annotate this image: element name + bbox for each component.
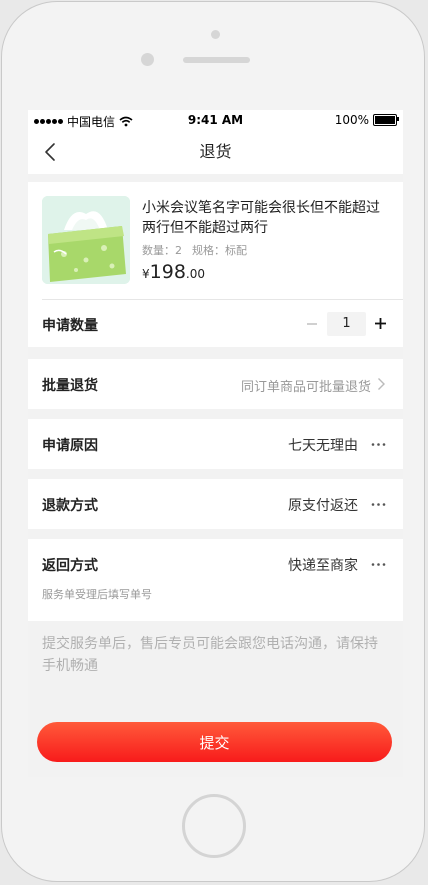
more-icon[interactable] — [371, 502, 386, 507]
nav-bar: 退货 — [28, 130, 403, 174]
refund-value: 原支付返还 — [288, 498, 358, 514]
decrease-button[interactable] — [306, 318, 318, 330]
home-button[interactable] — [182, 794, 246, 858]
battery-percent: 100% — [334, 113, 369, 127]
reason-row[interactable]: 申请原因 七天无理由 — [28, 419, 403, 469]
price-integer: 198 — [149, 261, 186, 283]
chevron-right-icon — [378, 378, 385, 390]
return-method-value: 快递至商家 — [288, 558, 358, 574]
tissue-box-icon — [42, 196, 130, 284]
return-method-label: 返回方式 — [42, 558, 98, 574]
return-method-note: 服务单受理后填写单号 — [42, 588, 152, 601]
screen: 中国电信 9:41 AM 100% 退货 小米会议笔名字可能会很长但不能超过两行… — [28, 110, 403, 777]
product-image[interactable] — [42, 196, 130, 284]
submit-button[interactable]: 提交 — [37, 722, 392, 762]
refund-row[interactable]: 退款方式 原支付返还 — [28, 479, 403, 529]
battery-icon — [373, 114, 399, 126]
batch-return-row[interactable]: 批量退货 同订单商品可批量退货 — [28, 359, 403, 409]
notice-text: 提交服务单后，售后专员可能会跟您电话沟通，请保持手机畅通 — [42, 636, 378, 674]
proximity-sensor — [141, 53, 154, 66]
reason-label: 申请原因 — [42, 438, 98, 454]
quantity-label: 申请数量 — [42, 318, 98, 334]
product-price: ¥198.00 — [142, 261, 205, 283]
more-icon[interactable] — [371, 562, 386, 567]
product-meta: 数量：2 规格：标配 — [142, 242, 247, 258]
batch-return-label: 批量退货 — [42, 378, 98, 394]
product-name: 小米会议笔名字可能会很长但不能超过两行但不能超过两行 — [142, 200, 380, 236]
batch-return-value: 同订单商品可批量退货 — [240, 380, 371, 395]
divider — [42, 299, 403, 300]
phone-frame: 中国电信 9:41 AM 100% 退货 小米会议笔名字可能会很长但不能超过两行… — [1, 1, 425, 882]
return-method-row[interactable]: 返回方式 快递至商家 服务单受理后填写单号 — [28, 539, 403, 621]
earpiece-speaker — [183, 57, 250, 63]
refund-label: 退款方式 — [42, 498, 98, 514]
page-title: 退货 — [199, 142, 232, 161]
status-bar: 中国电信 9:41 AM 100% — [28, 110, 403, 130]
status-right: 100% — [334, 113, 399, 127]
increase-button[interactable] — [374, 317, 387, 330]
product-card: 小米会议笔名字可能会很长但不能超过两行但不能超过两行 数量：2 规格：标配 ¥19… — [28, 182, 403, 347]
quantity-value[interactable]: 1 — [327, 312, 366, 336]
price-symbol: ¥ — [142, 267, 150, 281]
more-icon[interactable] — [371, 442, 386, 447]
product-quantity: 数量：2 — [142, 244, 182, 257]
product-spec: 规格：标配 — [192, 244, 247, 257]
reason-value: 七天无理由 — [288, 438, 358, 454]
front-camera — [211, 30, 220, 39]
price-decimal: .00 — [185, 267, 205, 281]
